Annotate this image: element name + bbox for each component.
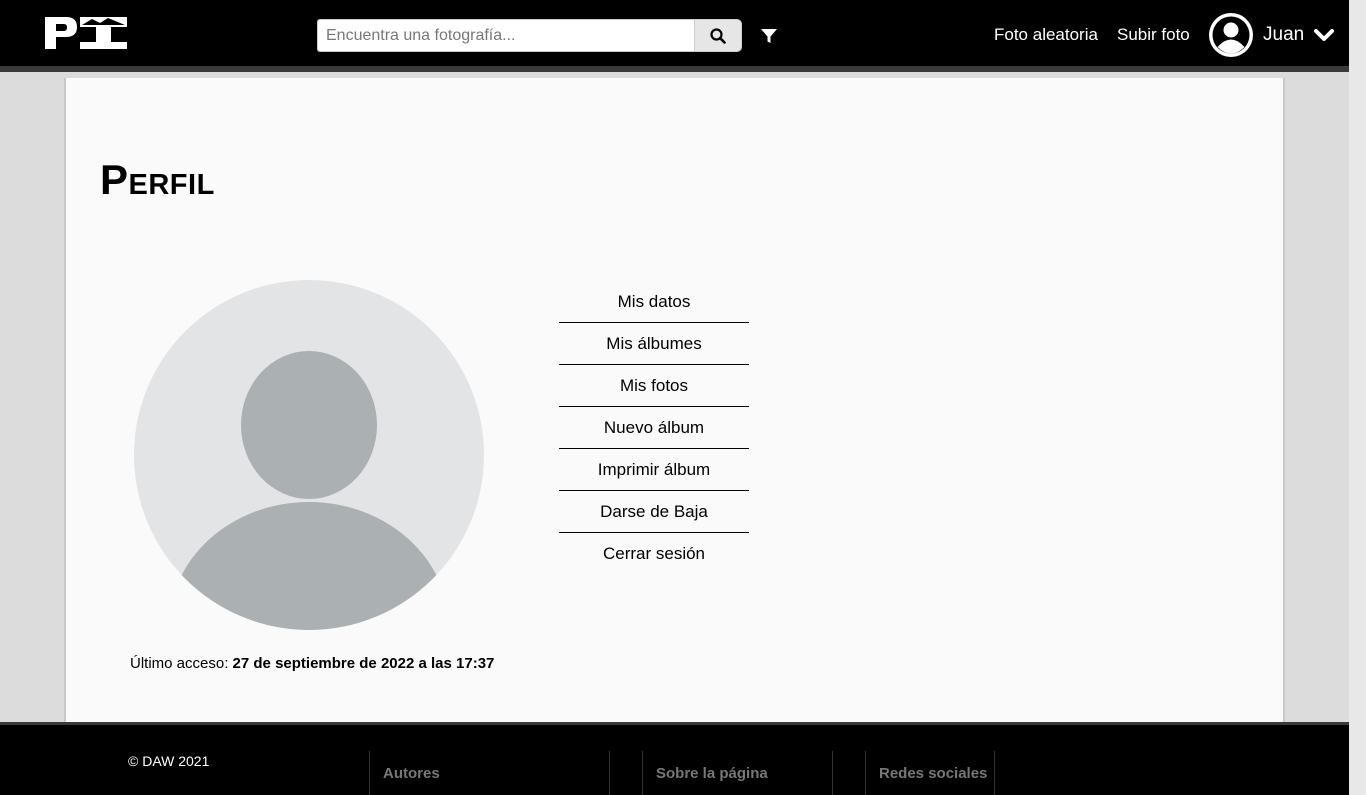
top-header: Foto aleatoria Subir foto Juan <box>0 0 1349 72</box>
profile-picture <box>134 280 484 630</box>
profile-content: Perfil Mis datos Mis álbumes Mis fotos N… <box>64 78 1285 722</box>
menu-item-nuevo-album[interactable]: Nuevo álbum <box>559 407 749 449</box>
search-icon <box>710 27 726 44</box>
user-name: Juan <box>1263 24 1305 45</box>
last-access-value: 27 de septiembre de 2022 a las 17:37 <box>232 655 495 672</box>
search-bar <box>317 19 742 52</box>
footer-about[interactable]: Sobre la página <box>642 751 833 795</box>
site-logo[interactable] <box>44 16 128 50</box>
profile-menu: Mis datos Mis álbumes Mis fotos Nuevo ál… <box>559 281 749 575</box>
site-footer: © DAW 2021 Autores Sobre la página Redes… <box>0 722 1349 795</box>
menu-item-mis-albumes[interactable]: Mis álbumes <box>559 323 749 365</box>
menu-item-darse-de-baja[interactable]: Darse de Baja <box>559 491 749 533</box>
page-scrollbar[interactable] <box>1349 0 1366 795</box>
footer-social[interactable]: Redes sociales <box>865 751 995 795</box>
search-input[interactable] <box>317 19 695 52</box>
copyright: © DAW 2021 <box>128 753 210 769</box>
user-menu[interactable]: Juan <box>1208 12 1335 58</box>
search-button[interactable] <box>694 19 742 52</box>
menu-item-cerrar-sesion[interactable]: Cerrar sesión <box>559 533 749 575</box>
last-access-label: Último acceso: <box>130 655 229 672</box>
menu-item-imprimir-album[interactable]: Imprimir álbum <box>559 449 749 491</box>
page-title: Perfil <box>100 156 215 203</box>
random-photo-link[interactable]: Foto aleatoria <box>994 25 1098 45</box>
upload-photo-link[interactable]: Subir foto <box>1117 25 1190 45</box>
chevron-down-icon <box>1314 29 1335 41</box>
footer-authors[interactable]: Autores <box>369 751 610 795</box>
menu-item-mis-datos[interactable]: Mis datos <box>559 281 749 323</box>
user-avatar-icon <box>1209 13 1253 57</box>
filter-icon[interactable] <box>759 26 779 46</box>
last-access: Último acceso: 27 de septiembre de 2022 … <box>130 655 494 672</box>
menu-item-mis-fotos[interactable]: Mis fotos <box>559 365 749 407</box>
